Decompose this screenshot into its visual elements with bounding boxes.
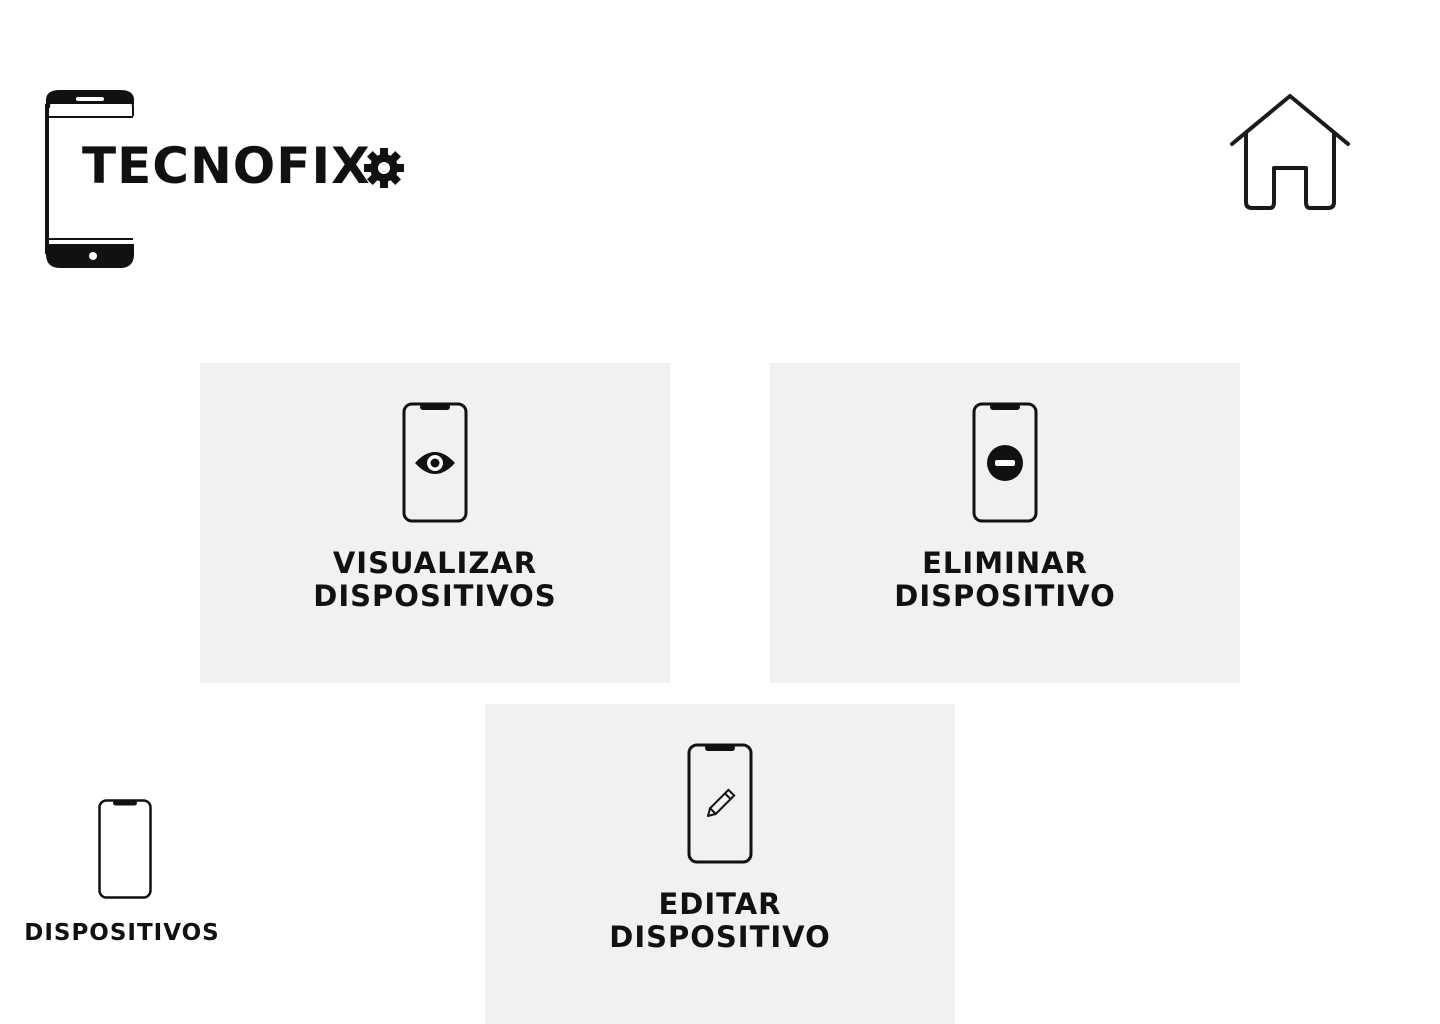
phone-pencil-icon	[687, 743, 753, 864]
devices-nav-label: DISPOSITIVOS	[24, 920, 220, 946]
delete-device-card[interactable]: ELIMINAR DISPOSITIVO	[770, 363, 1240, 683]
view-devices-card[interactable]: VISUALIZAR DISPOSITIVOS	[200, 363, 670, 683]
view-devices-label-line2: DISPOSITIVOS	[313, 579, 557, 613]
brand-logo: TECNOFIX	[40, 86, 420, 272]
edit-device-label-line1: EDITAR	[658, 887, 782, 921]
phone-minus-icon	[972, 402, 1038, 523]
delete-device-label-line2: DISPOSITIVO	[894, 579, 1116, 613]
delete-device-label: ELIMINAR DISPOSITIVO	[770, 547, 1240, 613]
delete-device-label-line1: ELIMINAR	[922, 546, 1088, 580]
phone-eye-icon	[402, 402, 468, 523]
devices-nav-item[interactable]: DISPOSITIVOS	[20, 796, 230, 956]
home-button[interactable]	[1226, 90, 1354, 212]
view-devices-label: VISUALIZAR DISPOSITIVOS	[200, 547, 670, 613]
brand-name: TECNOFIX	[82, 137, 371, 195]
edit-device-label: EDITAR DISPOSITIVO	[485, 888, 955, 954]
home-icon	[1230, 94, 1350, 210]
gear-icon	[364, 148, 404, 188]
view-devices-label-line1: VISUALIZAR	[332, 546, 538, 580]
edit-device-card[interactable]: EDITAR DISPOSITIVO	[485, 704, 955, 1024]
phone-icon	[98, 799, 152, 899]
edit-device-label-line2: DISPOSITIVO	[609, 920, 831, 954]
